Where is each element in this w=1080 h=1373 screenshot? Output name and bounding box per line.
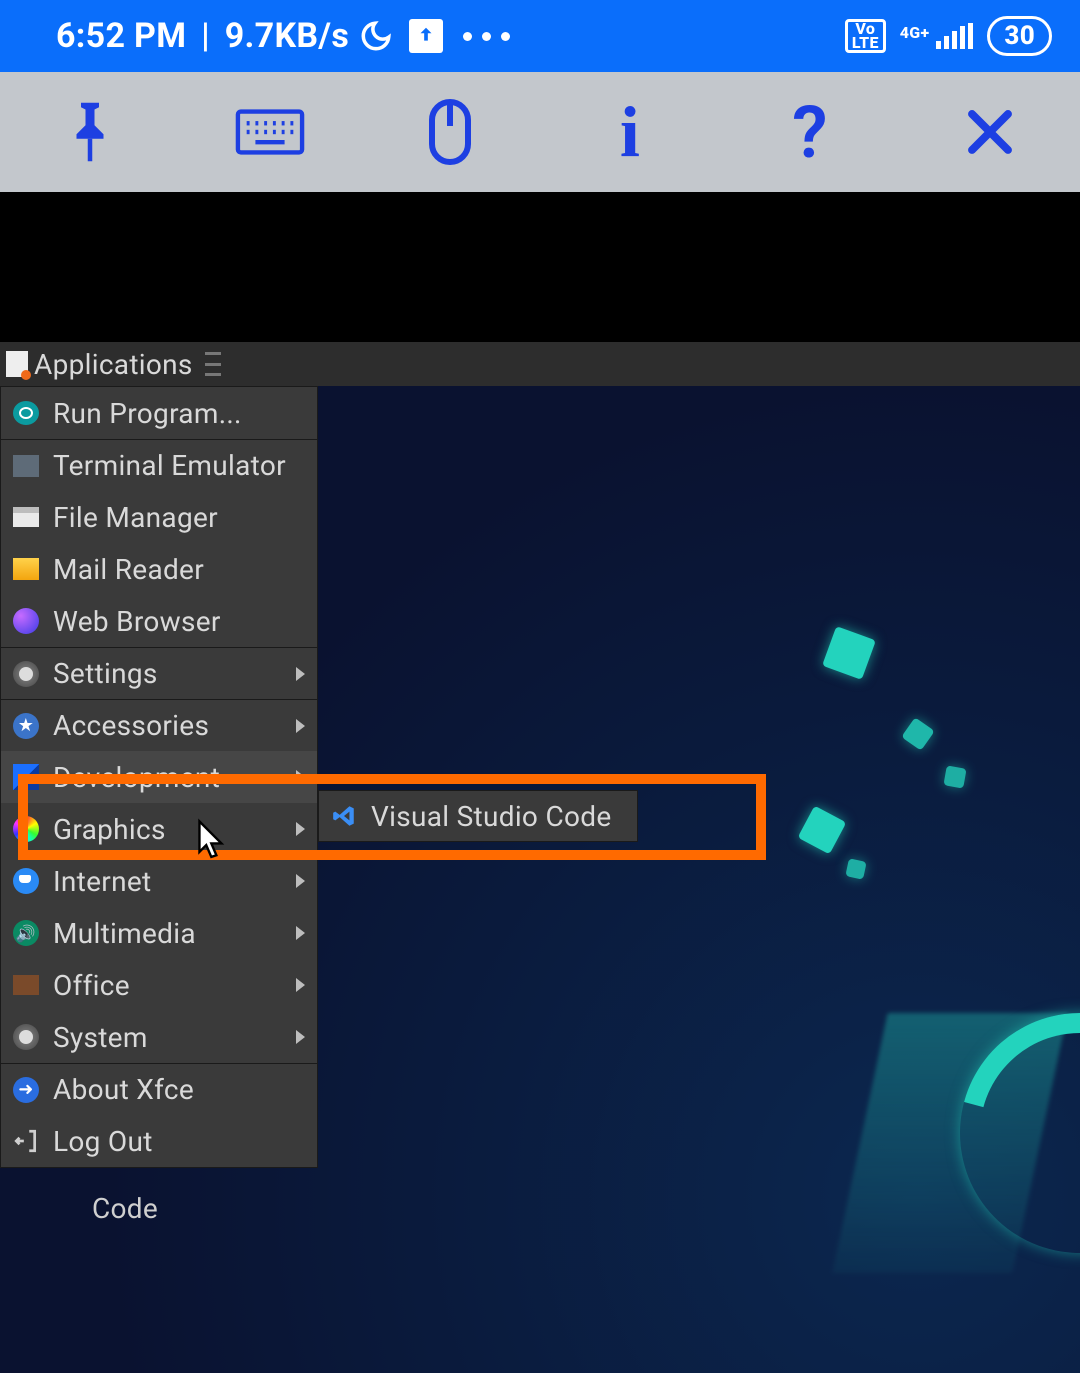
menu-item-settings[interactable]: Settings (1, 647, 317, 699)
gear-icon (13, 1024, 39, 1050)
panel-separator-icon (205, 352, 221, 376)
more-dots-icon (463, 32, 510, 41)
help-button[interactable]: ? (775, 97, 845, 167)
submenu-item-vscode[interactable]: Visual Studio Code (371, 800, 611, 833)
android-status-bar: 6:52 PM | 9.7KB/s Vo LTE 4G+ 30 (0, 0, 1080, 72)
chevron-right-icon (296, 719, 305, 733)
battery-indicator: 30 (987, 16, 1052, 56)
menu-label: Accessories (53, 709, 209, 742)
moon-icon (359, 19, 393, 53)
star-icon: ★ (13, 713, 39, 739)
menu-label: System (53, 1021, 148, 1054)
close-button[interactable] (955, 97, 1025, 167)
vscode-icon (331, 803, 357, 829)
menu-item-terminal[interactable]: Terminal Emulator (1, 439, 317, 491)
upload-icon (409, 19, 443, 53)
development-icon (13, 764, 39, 790)
sound-icon: 🔊 (13, 920, 39, 946)
menu-label: Graphics (53, 813, 166, 846)
gear-icon (13, 661, 39, 687)
briefcase-icon (13, 975, 39, 995)
status-separator: | (192, 16, 218, 56)
menu-item-about-xfce[interactable]: ➜ About Xfce (1, 1063, 317, 1115)
menu-label: Log Out (53, 1125, 153, 1158)
menu-item-log-out[interactable]: Log Out (1, 1115, 317, 1167)
menu-label: Office (53, 969, 130, 1002)
menu-label: Mail Reader (53, 553, 204, 586)
applications-menu-button[interactable]: Applications (0, 342, 199, 386)
terminal-icon (13, 455, 39, 477)
menu-label: Multimedia (53, 917, 196, 950)
status-net-speed: 9.7KB/s (225, 16, 349, 56)
menu-item-system[interactable]: System (1, 1011, 317, 1063)
menu-item-web-browser[interactable]: Web Browser (1, 595, 317, 647)
signal-icon: 4G+ (900, 23, 974, 49)
menu-label: Web Browser (53, 605, 221, 638)
pin-button[interactable] (55, 97, 125, 167)
menu-item-file-manager[interactable]: File Manager (1, 491, 317, 543)
chevron-right-icon (296, 770, 305, 784)
volte-icon: Vo LTE (845, 19, 886, 53)
about-icon: ➜ (13, 1077, 39, 1103)
globe-icon (13, 608, 39, 634)
mail-icon (13, 558, 39, 580)
folder-icon (13, 507, 39, 527)
menu-label: Internet (53, 865, 151, 898)
help-icon: ? (792, 90, 828, 175)
menu-label: Development (53, 761, 220, 794)
menu-item-run-program[interactable]: Run Program... (1, 387, 317, 439)
menu-item-accessories[interactable]: ★ Accessories (1, 699, 317, 751)
menu-item-office[interactable]: Office (1, 959, 317, 1011)
logout-icon (13, 1128, 39, 1154)
desktop-icon-label-code: Code (92, 1192, 158, 1225)
submenu-development: Visual Studio Code (318, 790, 638, 842)
menu-label: About Xfce (53, 1073, 194, 1106)
chevron-right-icon (296, 1030, 305, 1044)
menu-item-mail-reader[interactable]: Mail Reader (1, 543, 317, 595)
desktop-black-area (0, 192, 1080, 342)
menu-label: Settings (53, 657, 158, 690)
applications-label: Applications (34, 348, 193, 381)
menu-label: File Manager (53, 501, 218, 534)
menu-item-multimedia[interactable]: 🔊 Multimedia (1, 907, 317, 959)
keyboard-button[interactable] (235, 97, 305, 167)
chevron-right-icon (296, 926, 305, 940)
info-button[interactable]: i (595, 97, 665, 167)
mouse-button[interactable] (415, 97, 485, 167)
menu-item-internet[interactable]: Internet (1, 855, 317, 907)
chevron-right-icon (296, 667, 305, 681)
run-icon (13, 401, 39, 425)
chevron-right-icon (296, 822, 305, 836)
menu-item-development[interactable]: Development (1, 751, 317, 803)
applications-icon (6, 351, 28, 377)
menu-label: Terminal Emulator (53, 449, 286, 482)
applications-menu: Run Program... Terminal Emulator File Ma… (0, 386, 318, 1168)
status-time: 6:52 PM (56, 16, 186, 56)
menu-label: Run Program... (53, 397, 242, 430)
color-wheel-icon (13, 816, 39, 842)
chevron-right-icon (296, 978, 305, 992)
vnc-toolbar: i ? (0, 72, 1080, 192)
chevron-right-icon (296, 874, 305, 888)
xfce-panel: Applications (0, 342, 1080, 386)
menu-item-graphics[interactable]: Graphics (1, 803, 317, 855)
cloud-icon (13, 868, 39, 894)
info-icon: i (620, 91, 640, 174)
